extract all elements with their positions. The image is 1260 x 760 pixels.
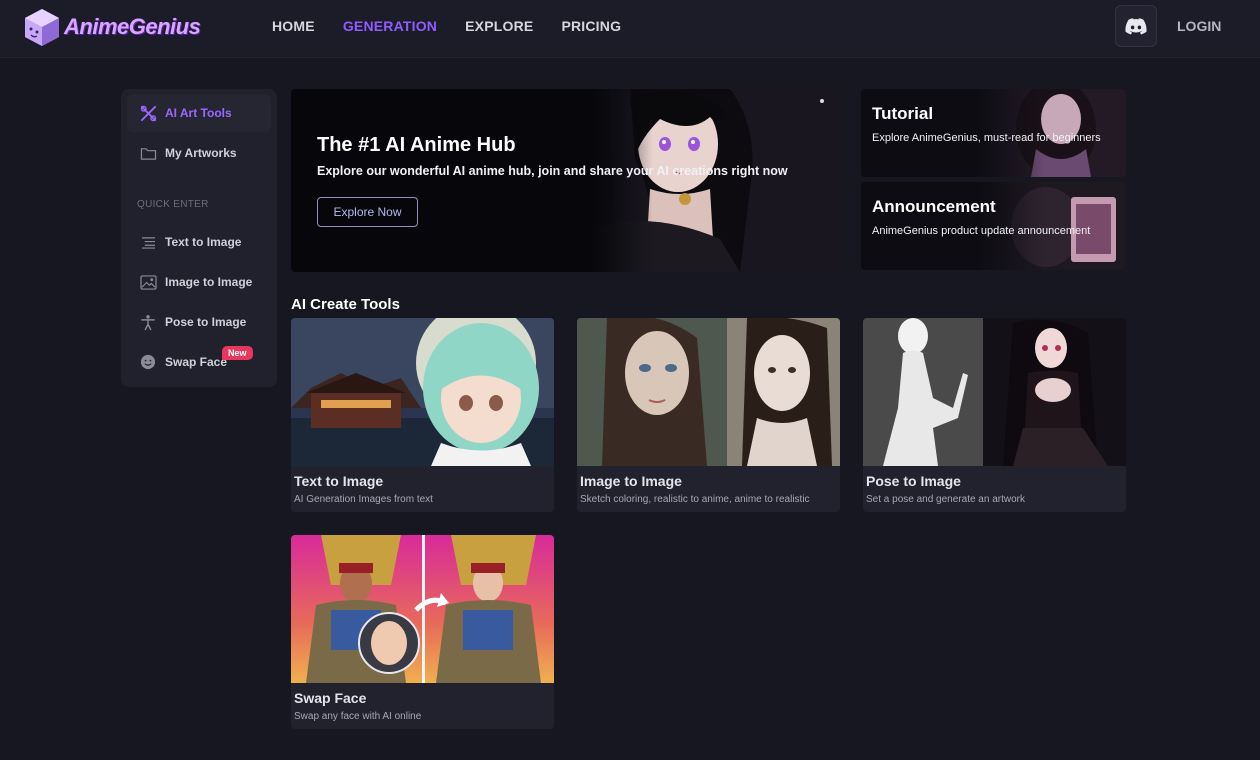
tool-title: Text to Image bbox=[294, 473, 384, 489]
brand-name: AnimeGenius bbox=[64, 14, 201, 39]
nav-generation[interactable]: GENERATION bbox=[343, 18, 437, 34]
hero-title: The #1 AI Anime Hub bbox=[317, 134, 516, 156]
text-to-image-thumbnail bbox=[291, 318, 554, 466]
pose-to-image-thumbnail bbox=[863, 318, 1126, 466]
tool-card-swap-face[interactable]: Swap Face Swap any face with AI online bbox=[291, 535, 554, 729]
hero-anime-illustration bbox=[590, 89, 840, 272]
quick-enter-heading: QUICK ENTER bbox=[137, 199, 209, 210]
sidebar-item-label: My Artworks bbox=[165, 146, 237, 160]
login-link[interactable]: LOGIN bbox=[1177, 18, 1221, 34]
nav-home[interactable]: HOME bbox=[272, 18, 315, 34]
tool-subtitle: Set a pose and generate an artwork bbox=[866, 494, 1025, 505]
explore-now-button[interactable]: Explore Now bbox=[317, 197, 418, 227]
face-icon bbox=[139, 353, 157, 371]
section-title: AI Create Tools bbox=[291, 296, 400, 313]
tutorial-subtitle: Explore AnimeGenius, must-read for begin… bbox=[872, 132, 1101, 144]
person-pose-icon bbox=[139, 313, 157, 331]
sidebar-item-my-artworks[interactable]: My Artworks bbox=[127, 134, 271, 172]
sidebar-item-label: Swap Face bbox=[165, 355, 228, 369]
tool-card-image-to-image[interactable]: Image to Image Sketch coloring, realisti… bbox=[577, 318, 840, 512]
nav-explore[interactable]: EXPLORE bbox=[465, 18, 533, 34]
sidebar-item-ai-art-tools[interactable]: AI Art Tools bbox=[127, 94, 271, 132]
announcement-card[interactable]: Announcement AnimeGenius product update … bbox=[861, 182, 1126, 270]
folder-icon bbox=[139, 144, 157, 162]
tool-subtitle: Sketch coloring, realistic to anime, ani… bbox=[580, 494, 810, 505]
sidebar-item-label: Pose to Image bbox=[165, 315, 247, 329]
tool-card-text-to-image[interactable]: Text to Image AI Generation Images from … bbox=[291, 318, 554, 512]
tools-icon bbox=[139, 104, 157, 122]
sidebar-item-image-to-image[interactable]: Image to Image bbox=[127, 263, 271, 301]
tutorial-title: Tutorial bbox=[872, 104, 934, 123]
tool-subtitle: AI Generation Images from text bbox=[294, 494, 433, 505]
tool-title: Swap Face bbox=[294, 690, 367, 706]
swap-face-thumbnail bbox=[291, 535, 554, 683]
brand-logo[interactable]: AnimeGenius bbox=[22, 4, 201, 50]
announcement-subtitle: AnimeGenius product update announcement bbox=[872, 225, 1091, 237]
tool-card-pose-to-image[interactable]: Pose to Image Set a pose and generate an… bbox=[863, 318, 1126, 512]
tool-subtitle: Swap any face with AI online bbox=[294, 711, 422, 722]
announcement-title: Announcement bbox=[872, 197, 996, 216]
image-icon bbox=[139, 273, 157, 291]
nav-pricing[interactable]: PRICING bbox=[561, 18, 621, 34]
discord-icon bbox=[1125, 17, 1147, 34]
discord-button[interactable] bbox=[1115, 5, 1157, 47]
tool-title: Pose to Image bbox=[866, 473, 961, 489]
image-to-image-thumbnail bbox=[577, 318, 840, 466]
sidebar-item-label: AI Art Tools bbox=[165, 106, 232, 120]
sidebar: AI Art Tools My Artworks QUICK ENTER Tex… bbox=[121, 89, 277, 387]
sidebar-item-pose-to-image[interactable]: Pose to Image bbox=[127, 303, 271, 341]
new-badge: New bbox=[222, 346, 253, 360]
hero-subtitle: Explore our wonderful AI anime hub, join… bbox=[317, 164, 788, 178]
text-lines-icon bbox=[139, 233, 157, 251]
tutorial-card[interactable]: Tutorial Explore AnimeGenius, must-read … bbox=[861, 89, 1126, 177]
sidebar-item-label: Text to Image bbox=[165, 235, 242, 249]
main-nav: HOME GENERATION EXPLORE PRICING bbox=[272, 18, 649, 34]
sidebar-item-text-to-image[interactable]: Text to Image bbox=[127, 223, 271, 261]
hero-banner: The #1 AI Anime Hub Explore our wonderfu… bbox=[291, 89, 840, 272]
sidebar-item-label: Image to Image bbox=[165, 275, 253, 289]
tool-title: Image to Image bbox=[580, 473, 682, 489]
cube-logo-icon bbox=[25, 9, 59, 46]
top-navbar: AnimeGenius HOME GENERATION EXPLORE PRIC… bbox=[0, 0, 1260, 58]
